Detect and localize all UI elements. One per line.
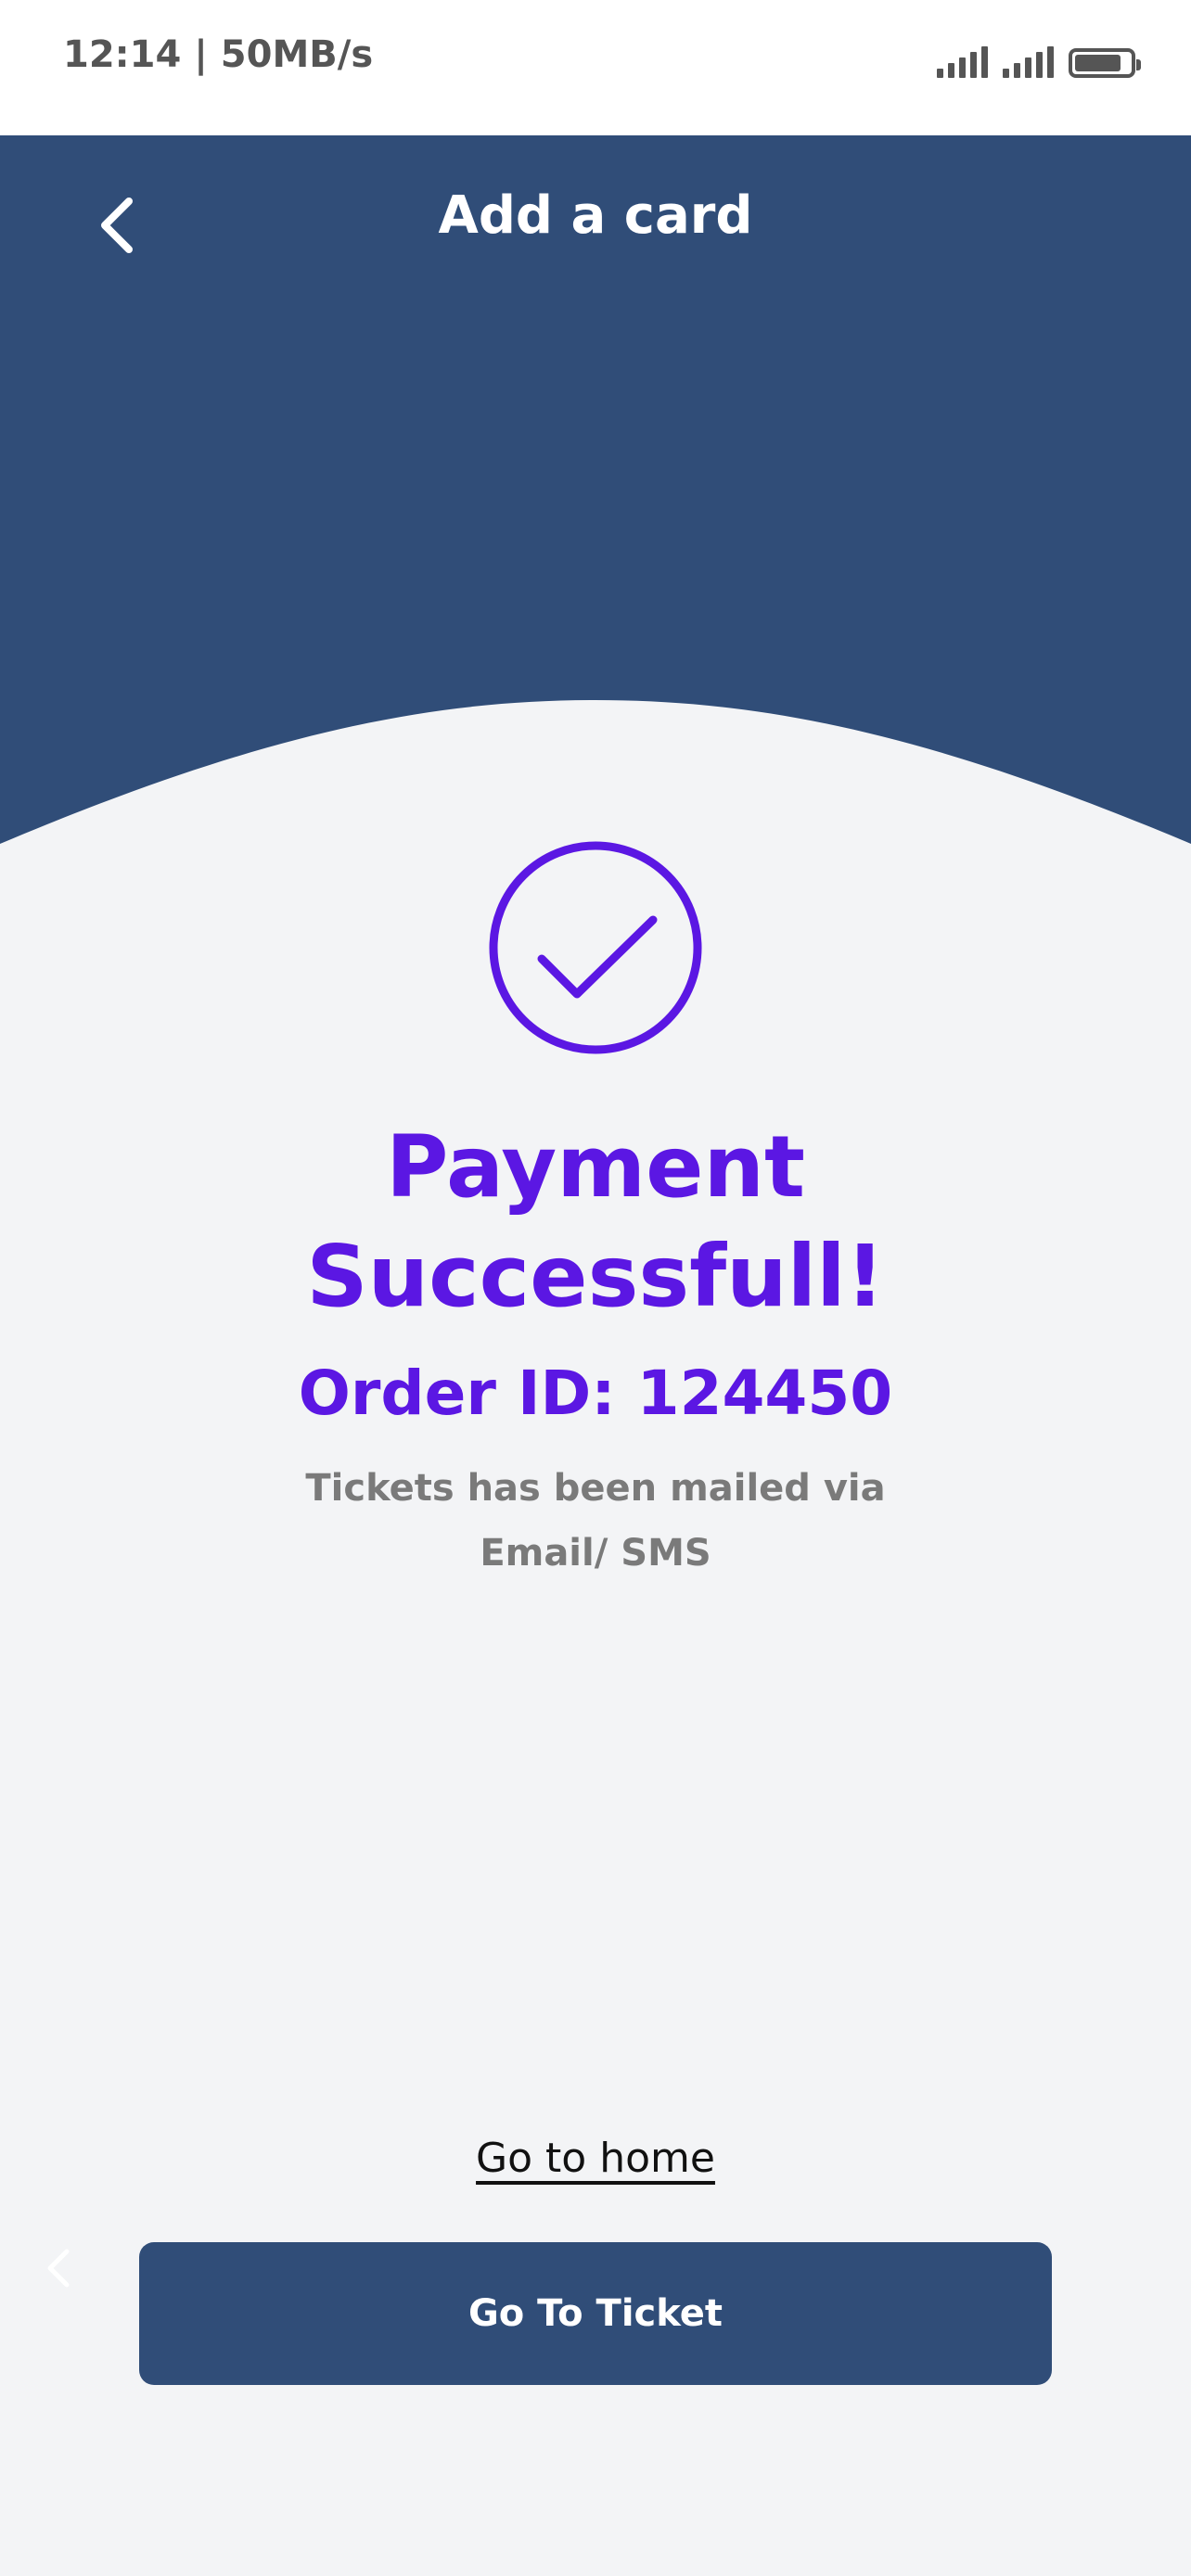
page-title: Add a card: [438, 185, 753, 246]
go-to-ticket-button[interactable]: Go To Ticket: [139, 2242, 1052, 2385]
status-bar: 12:14 | 50MB/s: [0, 0, 1191, 135]
confirmation-message: Tickets has been mailed via Email/ SMS: [271, 1456, 920, 1586]
check-circle-icon: [489, 841, 702, 1054]
signal-bars-icon: [937, 45, 988, 78]
success-title-line1: Payment: [386, 1117, 805, 1217]
go-to-home-link[interactable]: Go to home: [410, 2135, 781, 2182]
order-id: Order ID: 124450: [298, 1358, 893, 1429]
confirmation-message-line2: Email/ SMS: [480, 1532, 711, 1575]
success-title-line2: Successfull!: [306, 1227, 885, 1326]
confirmation-message-line1: Tickets has been mailed via: [305, 1467, 886, 1510]
status-time: 12:14 | 50MB/s: [63, 33, 374, 76]
signal-bars-icon: [1003, 45, 1054, 78]
go-to-ticket-label: Go To Ticket: [467, 2292, 724, 2335]
battery-icon: [1069, 48, 1141, 78]
success-title: Payment Successfull!: [132, 1113, 1059, 1332]
chevron-left-icon: [47, 2249, 70, 2288]
status-icons: [937, 41, 1141, 78]
